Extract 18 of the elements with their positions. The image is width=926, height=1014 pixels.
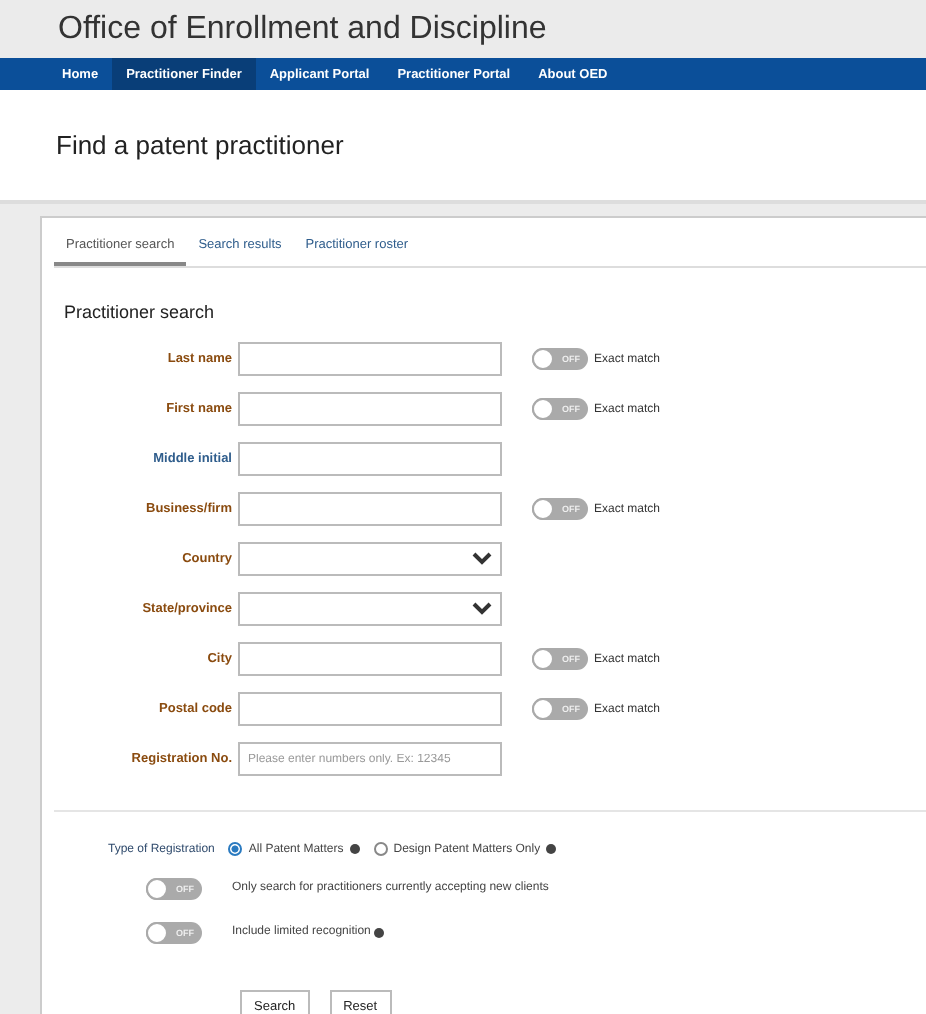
chevron-down-icon xyxy=(472,602,492,616)
radio-button[interactable] xyxy=(228,842,243,856)
input-field[interactable] xyxy=(238,442,502,476)
page-title: Find a patent practitioner xyxy=(56,130,344,160)
info-icon[interactable] xyxy=(546,844,557,854)
dropdown[interactable] xyxy=(238,592,502,626)
section-title: Practitioner search xyxy=(64,302,217,322)
radio-button[interactable] xyxy=(373,842,388,856)
input-field[interactable] xyxy=(238,492,502,526)
info-icon[interactable] xyxy=(374,927,385,937)
input-field[interactable] xyxy=(238,392,502,426)
info-icon[interactable] xyxy=(349,844,360,854)
input-field[interactable] xyxy=(238,642,502,676)
chevron-down-icon xyxy=(472,552,492,566)
input-field[interactable] xyxy=(238,692,502,726)
dropdown[interactable] xyxy=(238,542,502,576)
input-field[interactable] xyxy=(238,342,502,376)
site-title: Office of Enrollment and Discipline xyxy=(58,11,547,47)
